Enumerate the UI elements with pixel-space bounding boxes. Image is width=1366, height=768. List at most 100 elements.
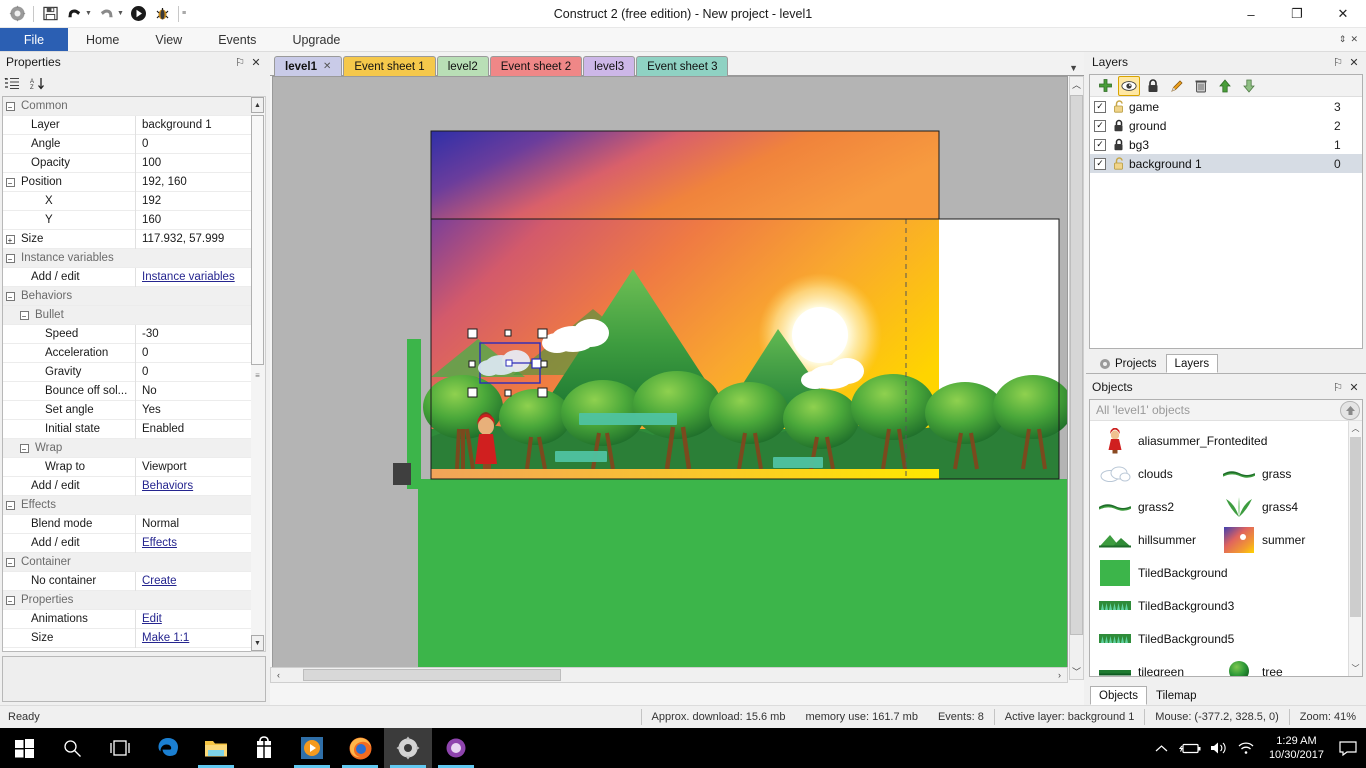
clock[interactable]: 1:29 AM 10/30/2017: [1261, 728, 1332, 768]
editor-tab-level2[interactable]: level2: [436, 56, 489, 76]
delete-icon[interactable]: [1190, 76, 1212, 96]
object-list-item[interactable]: hillsummer: [1090, 527, 1214, 553]
move-down-icon[interactable]: [1238, 76, 1260, 96]
ribbon-tab-events[interactable]: Events: [200, 28, 274, 51]
property-value[interactable]: 0: [135, 343, 265, 363]
property-value[interactable]: 117.932, 57.999: [135, 229, 265, 249]
property-value[interactable]: 192, 160: [135, 172, 265, 192]
maximize-button[interactable]: ❐: [1274, 0, 1320, 28]
expander-icon[interactable]: −: [3, 500, 17, 511]
property-row[interactable]: Set angle Yes: [3, 400, 265, 420]
layout-viewport[interactable]: [272, 76, 1068, 680]
property-link[interactable]: Effects: [135, 533, 265, 553]
layer-visible-checkbox[interactable]: ✓: [1094, 100, 1106, 113]
expander-icon[interactable]: −: [17, 310, 31, 321]
volume-icon[interactable]: [1205, 728, 1231, 768]
layer-visible-checkbox[interactable]: ✓: [1094, 138, 1106, 151]
properties-scroll-down[interactable]: ▼: [251, 635, 264, 651]
property-row[interactable]: Opacity 100: [3, 153, 265, 173]
expander-icon[interactable]: −: [3, 595, 17, 606]
ribbon-tab-view[interactable]: View: [137, 28, 200, 51]
notification-icon[interactable]: [1334, 728, 1362, 768]
photos-icon[interactable]: [432, 728, 480, 768]
property-row[interactable]: Y 160: [3, 210, 265, 230]
property-row[interactable]: Gravity 0: [3, 362, 265, 382]
layer-visible-checkbox[interactable]: ✓: [1094, 119, 1106, 132]
objects-pin-icon[interactable]: ⚐: [1330, 381, 1346, 394]
expander-icon[interactable]: +: [3, 234, 17, 245]
tab-projects[interactable]: Projects: [1090, 354, 1166, 373]
editor-tab-level3[interactable]: level3: [583, 56, 636, 76]
lock-closed-icon[interactable]: [1112, 138, 1126, 151]
object-list-item[interactable]: grass2: [1090, 494, 1214, 520]
property-value[interactable]: No: [135, 381, 265, 401]
wifi-icon[interactable]: [1233, 728, 1259, 768]
up-arrow-icon[interactable]: [1340, 400, 1360, 420]
objects-close-icon[interactable]: ✕: [1346, 381, 1362, 394]
expander-icon[interactable]: −: [3, 557, 17, 568]
start-icon[interactable]: [0, 728, 48, 768]
layout-scroll-down[interactable]: ﹀: [1070, 664, 1083, 679]
ribbon-tab-file[interactable]: File: [0, 28, 68, 51]
property-value[interactable]: Yes: [135, 400, 265, 420]
firefox-icon[interactable]: [336, 728, 384, 768]
property-link[interactable]: Instance variables: [135, 267, 265, 287]
property-row[interactable]: Bounce off sol... No: [3, 381, 265, 401]
object-list-item[interactable]: TiledBackground3: [1090, 593, 1338, 619]
construct2-icon[interactable]: [384, 728, 432, 768]
layer-row[interactable]: ✓ bg3 1: [1090, 135, 1362, 154]
task-view-icon[interactable]: [96, 728, 144, 768]
property-link[interactable]: Make 1:1: [135, 628, 265, 648]
layer-visible-checkbox[interactable]: ✓: [1094, 157, 1106, 170]
expander-icon[interactable]: −: [3, 291, 17, 302]
object-list-item[interactable]: TiledBackground: [1090, 559, 1338, 586]
property-row[interactable]: Speed -30: [3, 324, 265, 344]
property-value[interactable]: -30: [135, 324, 265, 344]
object-list-item[interactable]: aliasummer_Frontedited: [1090, 427, 1338, 454]
object-list-item[interactable]: grass: [1214, 461, 1338, 487]
editor-tab-event-sheet-2[interactable]: Event sheet 2: [489, 56, 583, 76]
property-value[interactable]: Viewport: [135, 457, 265, 477]
add-layer-icon[interactable]: [1094, 76, 1116, 96]
property-row[interactable]: Initial state Enabled: [3, 419, 265, 439]
undo-icon[interactable]: [63, 3, 85, 25]
move-up-icon[interactable]: [1214, 76, 1236, 96]
layer-row[interactable]: ✓ ground 2: [1090, 116, 1362, 135]
explorer-icon[interactable]: [192, 728, 240, 768]
property-row[interactable]: No container Create: [3, 571, 265, 591]
property-row[interactable]: Size Make 1:1: [3, 628, 265, 648]
expander-icon[interactable]: −: [17, 443, 31, 454]
properties-scrollbar[interactable]: ▲ ≡ ▼: [251, 96, 266, 652]
property-link[interactable]: Edit: [135, 609, 265, 629]
run-icon[interactable]: [127, 3, 149, 25]
chevron-up-icon[interactable]: [1149, 728, 1175, 768]
property-value[interactable]: background 1: [135, 115, 265, 135]
ribbon-collapse-icon[interactable]: ✕: [1350, 34, 1358, 45]
visibility-icon[interactable]: [1118, 75, 1140, 96]
search-icon[interactable]: [48, 728, 96, 768]
properties-pin-icon[interactable]: ⚐: [232, 56, 248, 69]
media-icon[interactable]: [288, 728, 336, 768]
debug-icon[interactable]: [151, 3, 173, 25]
property-row[interactable]: Blend mode Normal: [3, 514, 265, 534]
property-row[interactable]: Add / edit Instance variables: [3, 267, 265, 287]
layers-close-icon[interactable]: ✕: [1346, 56, 1362, 69]
property-row[interactable]: Wrap to Viewport: [3, 457, 265, 477]
editor-tab-event-sheet-1[interactable]: Event sheet 1: [343, 56, 436, 76]
editor-tab-level1[interactable]: level1 ✕: [274, 56, 343, 76]
property-row[interactable]: Add / edit Behaviors: [3, 476, 265, 496]
lock-icon[interactable]: [1142, 76, 1164, 96]
properties-scroll-thumb[interactable]: [251, 115, 264, 365]
ribbon-tab-home[interactable]: Home: [68, 28, 137, 51]
undo-dropdown-icon[interactable]: ▼: [85, 10, 93, 17]
qat-more-icon[interactable]: ≡: [182, 10, 190, 17]
objects-scroll-down[interactable]: ﹀: [1349, 661, 1362, 676]
editor-tab-overflow-icon[interactable]: ▼: [1069, 63, 1078, 73]
object-list-item[interactable]: grass4: [1214, 494, 1338, 520]
expander-icon[interactable]: −: [3, 253, 17, 264]
properties-close-icon[interactable]: ✕: [248, 56, 264, 69]
expander-icon[interactable]: −: [3, 177, 17, 188]
layout-scroll-left[interactable]: ‹: [271, 668, 286, 682]
layout-canvas[interactable]: [273, 77, 1068, 680]
objects-scroll-thumb[interactable]: [1350, 437, 1361, 617]
